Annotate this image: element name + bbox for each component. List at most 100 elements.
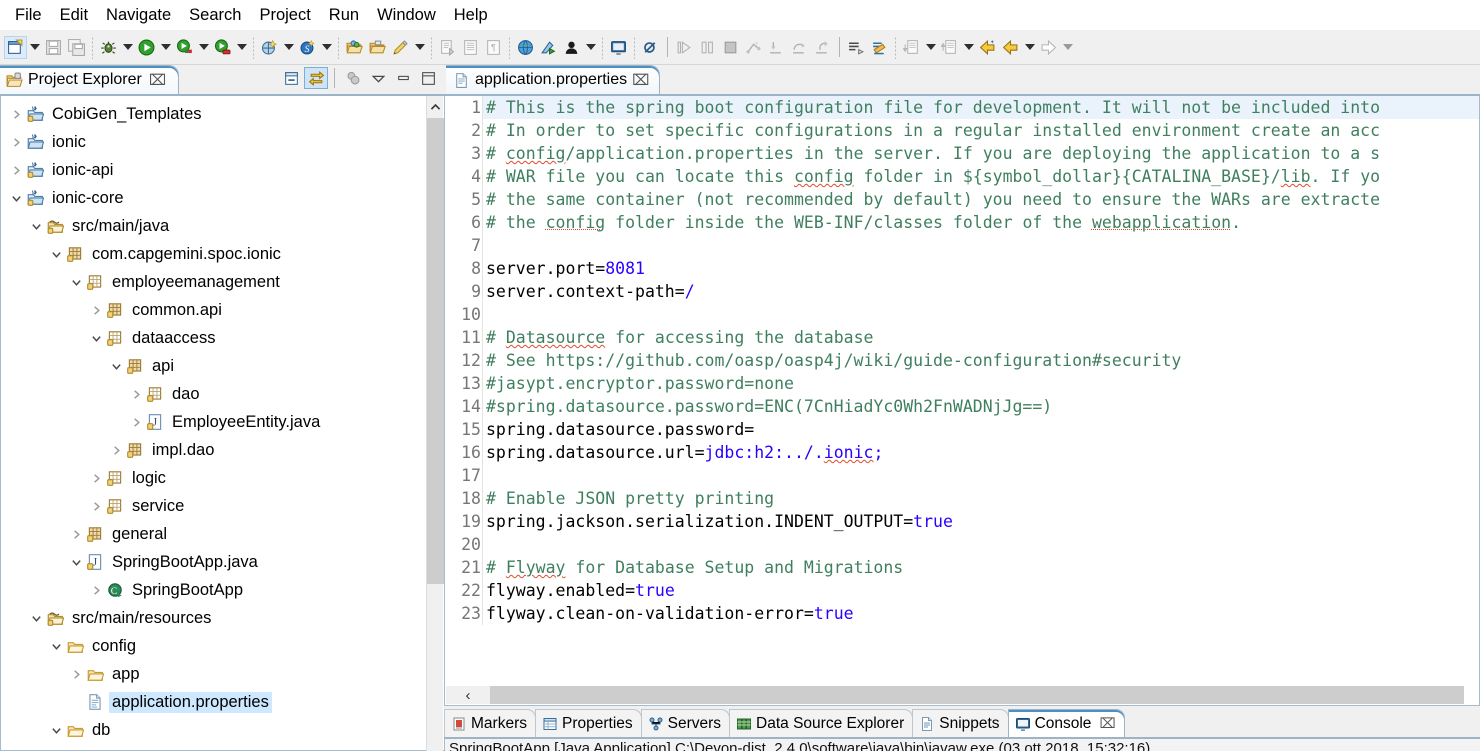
bottom-tab-markers[interactable]: Markers xyxy=(444,709,536,737)
tree-item-general[interactable]: general xyxy=(1,520,444,548)
open-browser-icon[interactable] xyxy=(514,36,537,59)
external-tools-dropdown-arrow[interactable] xyxy=(196,36,211,59)
code-line[interactable]: 19spring.jackson.serialization.INDENT_OU… xyxy=(445,510,1479,533)
chevron-right-icon[interactable] xyxy=(87,576,105,604)
tree-item-com-capgemini-spoc-ionic[interactable]: com.capgemini.spoc.ionic xyxy=(1,240,444,268)
chevron-right-icon[interactable] xyxy=(87,464,105,492)
chevron-down-icon[interactable] xyxy=(67,548,85,576)
chevron-down-icon[interactable] xyxy=(67,268,85,296)
tree-item-application-properties[interactable]: application.properties xyxy=(1,688,444,716)
tree-item-ionic-api[interactable]: Mionic-api xyxy=(1,156,444,184)
run-icon[interactable] xyxy=(135,36,158,59)
view-menu-icon[interactable] xyxy=(366,67,390,89)
new-wizard-dropdown-arrow[interactable] xyxy=(27,36,42,59)
debug-icon[interactable] xyxy=(97,36,120,59)
tab-application-properties[interactable]: application.properties ⌧ xyxy=(446,65,660,94)
search-dropdown-arrow[interactable] xyxy=(319,36,334,59)
chevron-down-icon[interactable] xyxy=(87,324,105,352)
external-tools-icon[interactable] xyxy=(537,36,560,59)
open-perspective-icon[interactable] xyxy=(845,36,868,59)
code-line[interactable]: 1# This is the spring boot configuration… xyxy=(445,96,1479,119)
code-line[interactable]: 16spring.datasource.url=jdbc:h2:../.ioni… xyxy=(445,441,1479,464)
chevron-down-icon[interactable] xyxy=(27,604,45,632)
menu-search[interactable]: Search xyxy=(180,2,250,28)
tab-project-explorer[interactable]: Project Explorer ⌧ xyxy=(0,65,179,94)
bottom-tab-snippets[interactable]: Snippets xyxy=(912,709,1008,737)
code-line[interactable]: 12# See https://github.com/oasp/oasp4j/w… xyxy=(445,349,1479,372)
tree-item-cobigen-templates[interactable]: MCobiGen_Templates xyxy=(1,100,444,128)
minimize-icon[interactable] xyxy=(391,67,415,89)
code-line[interactable]: 11# Datasource for accessing the databas… xyxy=(445,326,1479,349)
chevron-down-icon[interactable] xyxy=(47,632,65,660)
tree-item-common-api[interactable]: common.api xyxy=(1,296,444,324)
tree-item-db[interactable]: db xyxy=(1,716,444,744)
code-line[interactable]: 14#spring.datasource.password=ENC(7CnHia… xyxy=(445,395,1479,418)
chevron-down-icon[interactable] xyxy=(107,352,125,380)
code-line[interactable]: 18# Enable JSON pretty printing xyxy=(445,487,1479,510)
tree-item-dao[interactable]: dao xyxy=(1,380,444,408)
menu-window[interactable]: Window xyxy=(368,2,445,28)
code-line[interactable]: 6# the config folder inside the WEB-INF/… xyxy=(445,211,1479,234)
chevron-down-icon[interactable] xyxy=(27,212,45,240)
tree-item-config[interactable]: config xyxy=(1,632,444,660)
back-icon[interactable] xyxy=(976,36,999,59)
code-line[interactable]: 5# the same container (not recommended b… xyxy=(445,188,1479,211)
annotation-icon[interactable] xyxy=(389,36,412,59)
code-line[interactable]: 15spring.datasource.password= xyxy=(445,418,1479,441)
chevron-right-icon[interactable] xyxy=(107,436,125,464)
new-java-dropdown-arrow[interactable] xyxy=(281,36,296,59)
forward-back-icon[interactable] xyxy=(999,36,1022,59)
code-line[interactable]: 7 xyxy=(445,234,1479,257)
open-task-icon[interactable] xyxy=(366,36,389,59)
link-with-editor-icon[interactable] xyxy=(304,67,328,89)
chevron-right-icon[interactable] xyxy=(87,296,105,324)
scroll-left-icon[interactable]: ‹ xyxy=(446,686,490,704)
tree-item-src-main-java[interactable]: src/main/java xyxy=(1,212,444,240)
code-line[interactable]: 3# config/application.properties in the … xyxy=(445,142,1479,165)
text-editor[interactable]: 1# This is the spring boot configuration… xyxy=(444,96,1480,706)
hscrollbar-thumb[interactable] xyxy=(490,686,1464,704)
chevron-down-icon[interactable] xyxy=(7,184,25,212)
view-filters-icon[interactable] xyxy=(341,67,365,89)
menu-file[interactable]: File xyxy=(6,2,51,28)
bottom-tab-properties[interactable]: Properties xyxy=(535,709,642,737)
menu-project[interactable]: Project xyxy=(250,2,319,28)
bottom-tab-data-source-explorer[interactable]: Data Source Explorer xyxy=(729,709,913,737)
console-icon[interactable] xyxy=(607,36,630,59)
chevron-right-icon[interactable] xyxy=(87,492,105,520)
code-line[interactable]: 13#jasypt.encryptor.password=none xyxy=(445,372,1479,395)
code-content[interactable]: 1# This is the spring boot configuration… xyxy=(445,96,1479,625)
new-wizard-icon[interactable] xyxy=(4,36,27,59)
menu-edit[interactable]: Edit xyxy=(51,2,97,28)
close-icon[interactable]: ⌧ xyxy=(632,71,649,89)
menu-help[interactable]: Help xyxy=(445,2,497,28)
tree-item-employeeentity-java[interactable]: JEmployeeEntity.java xyxy=(1,408,444,436)
profile-dropdown-arrow[interactable] xyxy=(234,36,249,59)
new-java-project-icon[interactable] xyxy=(258,36,281,59)
code-line[interactable]: 9server.context-path=/ xyxy=(445,280,1479,303)
menu-navigate[interactable]: Navigate xyxy=(97,2,180,28)
code-line[interactable]: 4# WAR file you can locate this config f… xyxy=(445,165,1479,188)
maximize-icon[interactable] xyxy=(416,67,440,89)
restore-dropdown-arrow[interactable] xyxy=(961,36,976,59)
forward-dropdown-arrow[interactable] xyxy=(1060,36,1075,59)
run-dropdown-arrow[interactable] xyxy=(158,36,173,59)
tree-item-springbootapp-java[interactable]: JSpringBootApp.java xyxy=(1,548,444,576)
project-tree[interactable]: MCobiGen_TemplatesMionicMionic-apiMionic… xyxy=(0,96,444,751)
bottom-tab-console[interactable]: Console⌧ xyxy=(1008,709,1125,737)
run-external-tools-icon[interactable] xyxy=(173,36,196,59)
tree-item-api[interactable]: api xyxy=(1,352,444,380)
user-icon[interactable] xyxy=(560,36,583,59)
tree-item-springbootapp[interactable]: CSpringBootApp xyxy=(1,576,444,604)
code-line[interactable]: 8server.port=8081 xyxy=(445,257,1479,280)
code-line[interactable]: 22flyway.enabled=true xyxy=(445,579,1479,602)
collapse-all-icon[interactable] xyxy=(279,67,303,89)
tree-item-ionic-core[interactable]: Mionic-core xyxy=(1,184,444,212)
bottom-tab-servers[interactable]: Servers xyxy=(641,709,730,737)
tree-item-employeemanagement[interactable]: employeemanagement xyxy=(1,268,444,296)
chevron-down-icon[interactable] xyxy=(47,240,65,268)
console-view[interactable]: SpringBootApp [Java Application] C:\Devo… xyxy=(444,739,1480,751)
scrollbar-thumb[interactable] xyxy=(427,118,444,584)
project-explorer-scrollbar[interactable] xyxy=(426,96,443,751)
code-line[interactable]: 21# Flyway for Database Setup and Migrat… xyxy=(445,556,1479,579)
